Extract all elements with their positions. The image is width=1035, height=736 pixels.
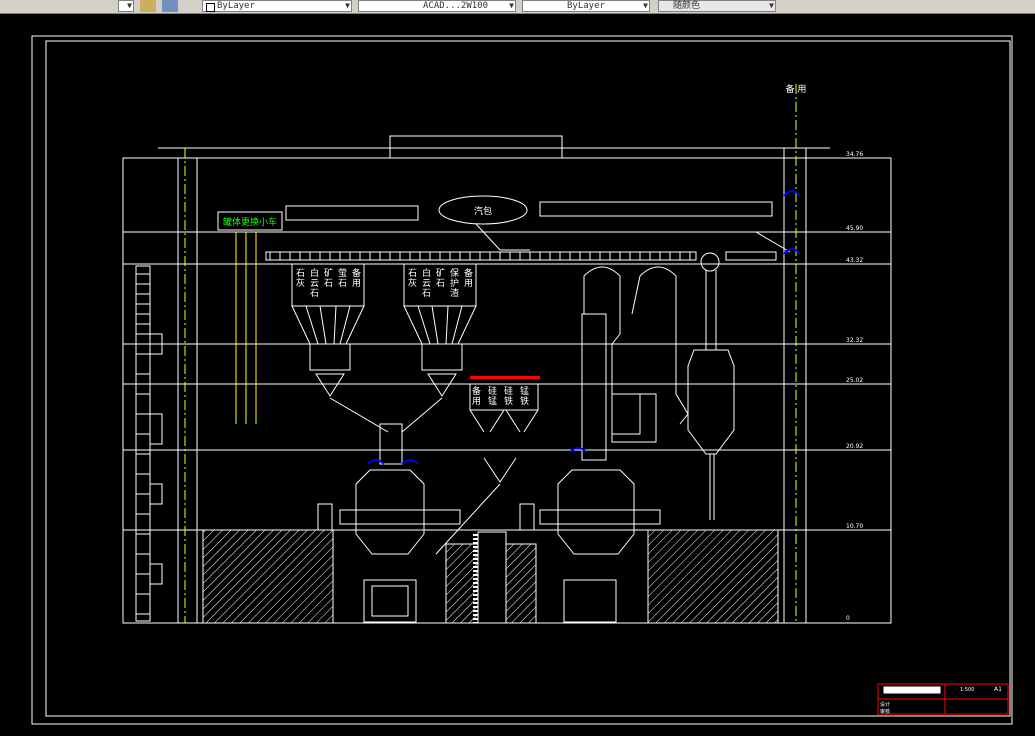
bin-label: 石灰 — [296, 269, 305, 289]
alloy-bin-label: 硅锰 — [488, 385, 497, 407]
color-swatch-icon — [206, 3, 215, 12]
title-size: A1 — [994, 686, 1002, 693]
bin-label: 备用 — [352, 267, 361, 289]
bin-label: 矿石 — [436, 267, 445, 289]
elevation-label: 10.70 — [846, 523, 863, 530]
elevation-label: 25.02 — [846, 377, 863, 384]
elevation-label: 34.76 — [846, 151, 863, 158]
elevation-label: 0 — [846, 615, 850, 622]
cart-label: 罐体更换小车 — [223, 216, 277, 228]
elevation-label: 45.90 — [846, 225, 863, 232]
bin-label: 备用 — [464, 267, 473, 289]
alloy-bin-labels: 备用硅锰硅铁锰铁 — [472, 385, 529, 407]
bin-label: 石灰 — [408, 269, 417, 289]
alloy-bin-label: 锰铁 — [520, 385, 529, 407]
drum-label: 汽包 — [474, 205, 492, 217]
elevation-label: 43.32 — [846, 257, 863, 264]
color-value: ByLayer — [217, 1, 255, 11]
bin-labels-right: 石灰白云石矿石保护渣备用 — [408, 267, 473, 299]
bin-label: 萤石 — [338, 267, 347, 289]
lineweight-value: ByLayer — [567, 1, 605, 11]
plotstyle-value: 随颜色 — [673, 1, 701, 11]
cad-drawing-canvas[interactable]: 罐体更换小车 汽包 34.76 45.90 43.32 32.32 25.02 20.92… — [0, 14, 1035, 736]
elevation-label: 32.32 — [846, 337, 863, 344]
color-select[interactable]: ByLayer ▼ — [202, 0, 352, 12]
bin-label: 白云石 — [422, 267, 431, 299]
title-label-b: 审核 — [880, 708, 890, 715]
title-label-a: 设计 — [880, 701, 890, 708]
linetype-select[interactable]: ACAD...2W100 ▼ — [358, 0, 516, 12]
plotstyle-select[interactable]: 随颜色 ▼ — [658, 0, 776, 12]
spare-label: 备 用 — [786, 83, 807, 95]
elevation-labels: 34.76 45.90 43.32 32.32 25.02 20.92 10.70 0 — [846, 151, 863, 622]
layer-icon[interactable] — [140, 0, 156, 12]
alloy-bin-label: 备用 — [472, 385, 481, 407]
bin-label: 保护渣 — [450, 267, 459, 299]
alloy-bin-label: 硅铁 — [504, 385, 513, 407]
title-scale: 1:500 — [960, 687, 974, 693]
property-toolbar: ▼ ByLayer ▼ ACAD...2W100 ▼ ByLayer ▼ 随颜色 ▼ — [0, 0, 1035, 14]
lineweight-select[interactable]: ByLayer ▼ — [522, 0, 650, 12]
bin-label: 白云石 — [310, 267, 319, 299]
layer-arrow[interactable]: ▼ — [118, 0, 134, 12]
roof-monitor — [389, 135, 563, 159]
bin-labels-left: 石灰白云石矿石萤石备用 — [296, 267, 361, 299]
bin-label: 矿石 — [324, 267, 333, 289]
linetype-value: ACAD...2W100 — [423, 1, 489, 11]
elevation-label: 20.92 — [846, 443, 863, 450]
layers-icon[interactable] — [162, 0, 178, 12]
